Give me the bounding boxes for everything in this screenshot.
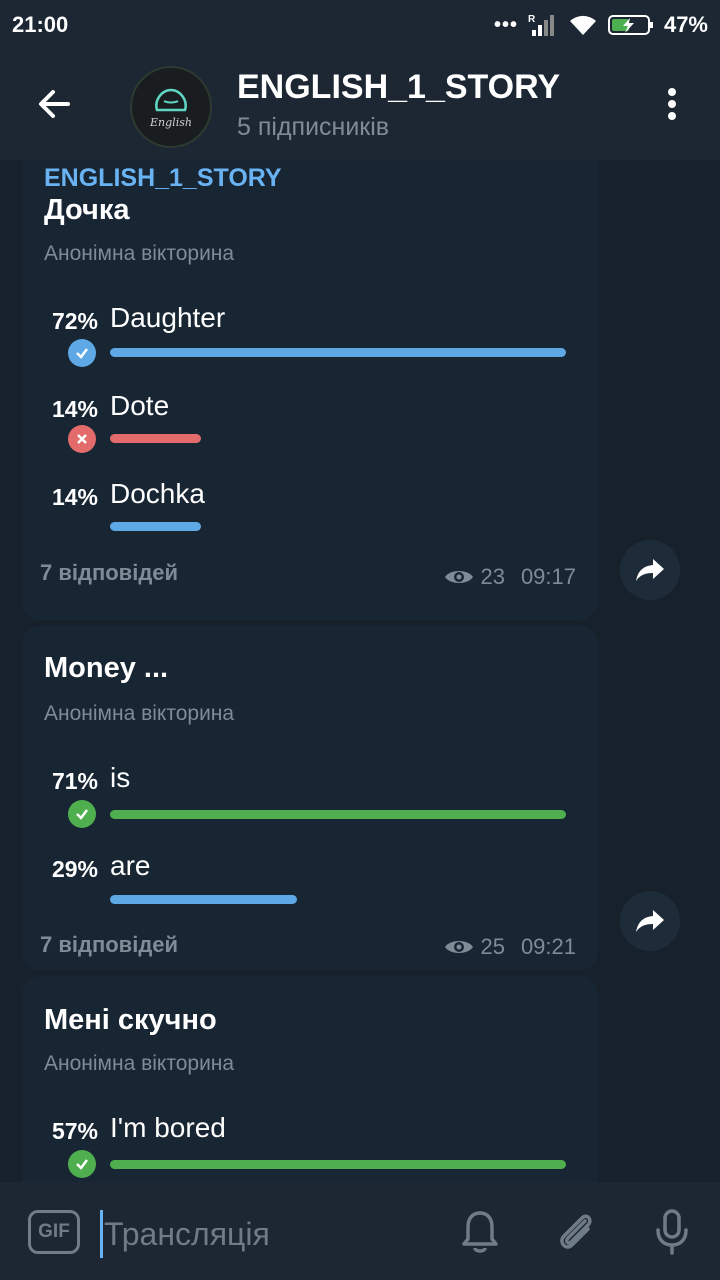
poll-option-percent: 71% <box>51 768 98 794</box>
share-button[interactable] <box>620 891 680 951</box>
answer-count[interactable]: 7 відповідей <box>40 560 178 586</box>
share-arrow-icon <box>636 910 664 932</box>
more-dots-icon: ••• <box>493 13 518 36</box>
more-vertical-icon[interactable] <box>660 84 684 124</box>
poll-option: 57% I'm bored <box>22 1112 598 1182</box>
microphone-icon <box>656 1209 688 1255</box>
quiz-message: Мені скучно Анонімна вікторина 57% I'm b… <box>22 976 598 1182</box>
quiz-question: Дочка <box>44 194 130 226</box>
quiz-type: Анонімна вікторина <box>44 242 235 265</box>
view-count: 23 <box>480 564 505 589</box>
avatar-caption: English <box>150 115 192 129</box>
poll-option: 71% is <box>22 762 598 848</box>
message-list[interactable]: ENGLISH_1_STORY Дочка Анонімна вікторина… <box>0 160 720 1182</box>
broadcast-input[interactable] <box>104 1212 424 1256</box>
poll-option-text: Dochka <box>110 478 205 509</box>
battery-percent: 47% <box>663 12 708 37</box>
poll-option-bar <box>110 1160 566 1169</box>
poll-option: 14% Dote <box>22 390 598 476</box>
cross-icon <box>68 425 96 453</box>
poll-option: 72% Daughter <box>22 302 598 388</box>
signal-roaming-label: R <box>528 14 536 25</box>
attach-button[interactable] <box>550 1206 602 1258</box>
back-arrow-icon[interactable] <box>34 84 74 124</box>
message-meta: 25 09:21 <box>444 934 576 960</box>
check-icon <box>68 800 96 828</box>
message-meta: 23 09:17 <box>444 564 576 590</box>
message-time: 09:17 <box>520 564 576 589</box>
eye-icon <box>445 941 474 953</box>
poll-option-text: Daughter <box>110 302 226 333</box>
channel-avatar[interactable]: English <box>130 66 212 148</box>
status-bar: 21:00 ••• R 47% <box>0 0 720 50</box>
quiz-message: ENGLISH_1_STORY Дочка Анонімна вікторина… <box>22 160 598 620</box>
quiz-question: Money ... <box>44 652 169 684</box>
message-time: 09:21 <box>520 934 576 959</box>
bell-icon <box>462 1211 498 1253</box>
share-button[interactable] <box>620 540 680 600</box>
share-arrow-icon <box>636 559 664 581</box>
notification-bell-button[interactable] <box>454 1206 506 1258</box>
quiz-question: Мені скучно <box>44 1004 217 1036</box>
poll-option-percent: 29% <box>51 856 98 882</box>
battery-icon <box>607 15 653 35</box>
view-count: 25 <box>480 934 505 959</box>
quiz-message: Money ... Анонімна вікторина 71% is 29% … <box>22 626 598 970</box>
eye-icon <box>445 571 474 583</box>
poll-option-text: are <box>110 850 151 881</box>
poll-option-bar <box>110 810 566 819</box>
check-icon <box>68 1150 96 1178</box>
subscriber-count: 5 підписників <box>237 113 390 141</box>
text-caret <box>100 1210 103 1258</box>
signal-icon: R <box>528 14 554 36</box>
message-channel-name[interactable]: ENGLISH_1_STORY <box>44 164 282 193</box>
beanbag-logo-icon <box>155 88 187 111</box>
voice-message-button[interactable] <box>646 1206 698 1258</box>
poll-option: 29% are <box>22 850 598 936</box>
poll-option-text: I'm bored <box>110 1112 226 1143</box>
poll-option: 14% Dochka <box>22 478 598 564</box>
poll-option-percent: 57% <box>51 1118 98 1144</box>
wifi-icon <box>569 15 596 35</box>
poll-option-percent: 72% <box>51 308 98 334</box>
channel-title[interactable]: ENGLISH_1_STORY <box>237 68 560 107</box>
message-input-bar: GIF <box>0 1182 720 1280</box>
poll-option-percent: 14% <box>51 396 98 422</box>
chat-header: English ENGLISH_1_STORY 5 підписників <box>0 50 720 160</box>
poll-option-percent: 14% <box>51 484 98 510</box>
paperclip-icon <box>560 1214 592 1249</box>
poll-option-bar <box>110 522 201 531</box>
poll-option-bar <box>110 348 566 357</box>
poll-option-text: Dote <box>110 390 170 421</box>
quiz-type: Анонімна вікторина <box>44 1052 235 1075</box>
poll-option-text: is <box>110 762 131 793</box>
gif-button[interactable]: GIF <box>28 1210 80 1254</box>
poll-option-bar <box>110 895 297 904</box>
answer-count[interactable]: 7 відповідей <box>40 932 178 958</box>
poll-option-bar <box>110 434 201 443</box>
status-time: 21:00 <box>12 12 69 37</box>
check-icon <box>68 339 96 367</box>
quiz-type: Анонімна вікторина <box>44 702 235 725</box>
